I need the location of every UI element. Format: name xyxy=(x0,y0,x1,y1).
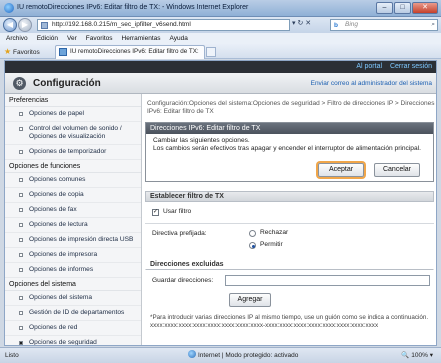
sidebar-item-departamentos[interactable]: Gestión de ID de departamentos xyxy=(5,306,141,321)
bullet-icon xyxy=(19,150,23,154)
maximize-button[interactable]: □ xyxy=(394,2,411,14)
bing-icon: b xyxy=(334,22,338,29)
sidebar-item-usb[interactable]: Opciones de impresión directa USB xyxy=(5,233,141,248)
sidebar-item-temporizador[interactable]: Opciones de temporizador xyxy=(5,145,141,160)
bullet-icon xyxy=(19,208,23,212)
security-zone: Internet | Modo protegido: activado xyxy=(188,348,298,363)
page-icon xyxy=(41,22,48,29)
default-policy-label: Directiva prefijada: xyxy=(152,230,207,237)
menu-ver[interactable]: Ver xyxy=(67,33,77,44)
back-button[interactable]: ◀ xyxy=(3,18,17,32)
favorites-button[interactable]: ★ Favoritos xyxy=(4,47,40,56)
menu-bar: Archivo Edición Ver Favoritos Herramient… xyxy=(0,33,441,44)
top-nav: Al portal Cerrar sesión xyxy=(5,61,436,73)
status-bar: Listo Internet | Modo protegido: activad… xyxy=(0,347,441,363)
sidebar-item-copia[interactable]: Opciones de copia xyxy=(5,188,141,203)
bullet-icon xyxy=(19,341,23,345)
tab-page-icon xyxy=(59,48,67,56)
sidebar-item-sistema[interactable]: Opciones del sistema xyxy=(5,291,141,306)
globe-icon xyxy=(188,350,196,358)
logout-link[interactable]: Cerrar sesión xyxy=(390,63,432,70)
excluded-heading: Direcciones excluidas xyxy=(145,259,434,270)
breadcrumb: Configuración:Opciones del sistema:Opcio… xyxy=(147,100,435,115)
address-tools: ▾ ↻ ✕ xyxy=(292,19,311,27)
allow-radio[interactable] xyxy=(249,242,256,249)
favorites-bar: ★ Favoritos IU remotoDirecciones IPv6: E… xyxy=(0,44,441,59)
window-title: IU remotoDirecciones IPv6: Editar filtro… xyxy=(17,4,249,11)
bullet-icon xyxy=(19,193,23,197)
bullet-icon xyxy=(19,178,23,182)
bullet-icon xyxy=(19,127,23,131)
sidebar-section-funciones: Opciones de funciones xyxy=(5,160,141,173)
zoom-control[interactable]: 🔍 100% ▾ xyxy=(401,348,433,363)
bullet-icon xyxy=(19,296,23,300)
search-input[interactable]: b Bing ⌕ xyxy=(330,19,438,31)
page-title: Configuración xyxy=(33,78,101,89)
menu-archivo[interactable]: Archivo xyxy=(6,33,28,44)
sidebar-item-impresora[interactable]: Opciones de impresora xyxy=(5,248,141,263)
reject-label: Rechazar xyxy=(260,229,289,236)
bullet-icon xyxy=(19,268,23,272)
close-button[interactable]: ✕ xyxy=(412,2,438,14)
sidebar-item-red[interactable]: Opciones de red xyxy=(5,321,141,336)
dropdown-icon[interactable]: ▾ xyxy=(292,20,296,27)
sidebar-item-volumen[interactable]: Control del volumen de sonido / Opciones… xyxy=(5,122,141,145)
settings-icon: ⚙ xyxy=(13,77,26,90)
panel-message: Cambiar las siguientes opciones. Los cam… xyxy=(153,137,421,152)
minimize-button[interactable]: – xyxy=(376,2,393,14)
bullet-icon xyxy=(19,223,23,227)
store-address-label: Guardar direcciones: xyxy=(152,277,214,284)
bullet-icon xyxy=(19,311,23,315)
sidebar: Preferencias Opciones de papel Control d… xyxy=(5,94,142,345)
menu-edicion[interactable]: Edición xyxy=(37,33,58,44)
menu-favoritos[interactable]: Favoritos xyxy=(86,33,113,44)
accept-button[interactable]: Aceptar xyxy=(318,163,364,177)
address-bar: ◀ ▶ http://192.168.0.215/rn_sec_ipfilter… xyxy=(0,17,441,33)
sidebar-item-fax[interactable]: Opciones de fax xyxy=(5,203,141,218)
status-text: Listo xyxy=(5,352,19,359)
portal-link[interactable]: Al portal xyxy=(356,63,382,70)
reject-radio[interactable] xyxy=(249,230,256,237)
add-button[interactable]: Agregar xyxy=(229,293,271,307)
window-title-bar: IU remotoDirecciones IPv6: Editar filtro… xyxy=(0,0,441,17)
cancel-button[interactable]: Cancelar xyxy=(374,163,420,177)
sidebar-item-informes[interactable]: Opciones de informes xyxy=(5,263,141,278)
page-header: ⚙ Configuración Enviar correo al adminis… xyxy=(5,73,436,94)
panel-title: Direcciones IPv6: Editar filtro de TX xyxy=(146,123,433,134)
bullet-icon xyxy=(19,326,23,330)
mail-admin-link[interactable]: Enviar correo al administrador del siste… xyxy=(311,80,432,87)
use-filter-checkbox[interactable]: ✓ xyxy=(152,209,159,216)
browser-tab[interactable]: IU remotoDirecciones IPv6: Editar filtro… xyxy=(55,45,205,59)
allow-label: Permitir xyxy=(260,241,283,248)
confirm-panel: Direcciones IPv6: Editar filtro de TX Ca… xyxy=(145,122,434,182)
sidebar-item-seguridad[interactable]: Opciones de seguridad xyxy=(5,336,141,345)
forward-button[interactable]: ▶ xyxy=(18,18,32,32)
main-content: Configuración:Opciones del sistema:Opcio… xyxy=(143,94,436,345)
internet-explorer-icon xyxy=(4,3,14,13)
sidebar-item-lectura[interactable]: Opciones de lectura xyxy=(5,218,141,233)
store-address-input[interactable] xyxy=(225,275,430,286)
note-text: *Para introducir varias direcciones IP a… xyxy=(150,314,429,321)
new-tab-button[interactable] xyxy=(206,47,216,57)
stop-icon[interactable]: ✕ xyxy=(305,20,311,27)
menu-ayuda[interactable]: Ayuda xyxy=(170,33,188,44)
example-text: xxxx:xxxx:xxxx:xxxx:xxxx:xxxx:xxxx:xxxx-… xyxy=(150,322,379,329)
refresh-icon[interactable]: ↻ xyxy=(297,20,303,27)
sidebar-item-comunes[interactable]: Opciones comunes xyxy=(5,173,141,188)
bullet-icon xyxy=(19,238,23,242)
bullet-icon xyxy=(19,253,23,257)
url-field[interactable]: http://192.168.0.215/rn_sec_ipfilter_v6s… xyxy=(37,19,290,31)
star-icon: ★ xyxy=(4,47,12,56)
tx-filter-heading: Establecer filtro de TX xyxy=(145,191,434,202)
menu-herramientas[interactable]: Herramientas xyxy=(122,33,161,44)
sidebar-section-preferencias: Preferencias xyxy=(5,94,141,107)
search-icon[interactable]: ⌕ xyxy=(431,20,435,30)
bullet-icon xyxy=(19,112,23,116)
sidebar-section-sistema: Opciones del sistema xyxy=(5,278,141,291)
use-filter-label: Usar filtro xyxy=(163,208,192,215)
web-page: Al portal Cerrar sesión ⚙ Configuración … xyxy=(4,60,437,346)
sidebar-item-papel[interactable]: Opciones de papel xyxy=(5,107,141,122)
